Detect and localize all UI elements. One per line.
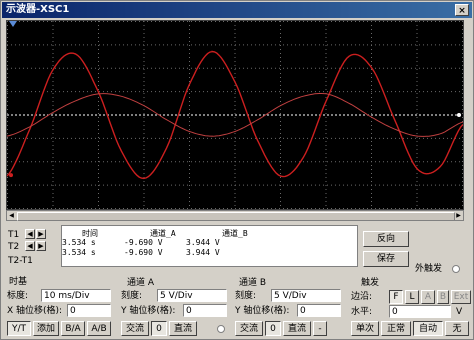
mode-add-button[interactable]: 添加	[33, 321, 59, 336]
horizontal-scrollbar[interactable]: ◀ ▶	[6, 210, 464, 221]
trigger-level-marker-icon	[457, 113, 461, 117]
x-position-field[interactable]: 0	[67, 304, 111, 317]
save-button[interactable]: 保存	[363, 251, 409, 267]
ext-trigger-radio[interactable]	[452, 265, 460, 273]
trigger-auto-button[interactable]: 自动	[413, 321, 443, 336]
trigger-none-button[interactable]: 无	[445, 321, 469, 336]
channel-b-ypos-field[interactable]: 0	[297, 304, 341, 317]
channel-b-scale-field[interactable]: 5 V/Div	[271, 289, 341, 302]
scroll-thumb[interactable]	[17, 212, 455, 221]
trigger-edge-label: 边沿:	[351, 292, 373, 302]
window-title: 示波器-XSC1	[6, 4, 70, 15]
channel-a-title: 通道 A	[127, 278, 155, 288]
channel-a-ypos-field[interactable]: 0	[183, 304, 227, 317]
cursor-t1-marker-icon	[9, 21, 17, 27]
channel-b-zero-button[interactable]: 0	[265, 321, 281, 336]
mode-ba-button[interactable]: B/A	[61, 321, 85, 336]
row2-channel-b: 3.944 V	[186, 248, 220, 257]
row1-channel-b: 3.944 V	[186, 238, 220, 247]
channel-a-radio[interactable]	[217, 325, 225, 333]
channel-a-ac-button[interactable]: 交流	[121, 321, 149, 336]
t2-label: T2	[8, 242, 20, 252]
trigger-falling-edge-button[interactable]: L	[405, 290, 419, 304]
trigger-source-ext-button[interactable]: Ext	[451, 290, 471, 304]
mode-yt-button[interactable]: Y/T	[7, 321, 31, 336]
channel-b-invert-button[interactable]: -	[313, 321, 327, 336]
header-channel-b: 通道_B	[222, 229, 248, 238]
channel-a-ypos-label: Y 轴位移(格):	[121, 306, 176, 316]
trigger-normal-button[interactable]: 正常	[381, 321, 411, 336]
reverse-button[interactable]: 反向	[363, 231, 409, 247]
timebase-scale-field[interactable]: 10 ms/Div	[41, 289, 111, 302]
channel-a-scale-field[interactable]: 5 V/Div	[157, 289, 227, 302]
t1-right-arrow-icon[interactable]: ▶	[36, 229, 46, 239]
oscilloscope-screen	[6, 20, 464, 210]
channel-b-title: 通道 B	[239, 278, 267, 288]
cursor-readout-table: 时间 通道_A 通道_B 3.534 s -9.690 V 3.944 V 3.…	[61, 225, 358, 267]
channel-a-scale-label: 刻度:	[121, 291, 143, 301]
trigger-level-label: 水平:	[351, 307, 373, 317]
trigger-single-button[interactable]: 单次	[351, 321, 379, 336]
mode-ab-button[interactable]: A/B	[87, 321, 111, 336]
x-position-label: X 轴位移(格):	[7, 306, 63, 316]
row2-channel-a: -9.690 V	[124, 248, 163, 257]
ext-trigger-label: 外触发	[415, 264, 443, 274]
trigger-rising-edge-button[interactable]: F	[389, 290, 403, 304]
t2-right-arrow-icon[interactable]: ▶	[36, 241, 46, 251]
waveform-display	[6, 21, 464, 209]
title-bar[interactable]: 示波器-XSC1 ×	[2, 2, 472, 18]
trigger-level-field[interactable]: 0	[389, 305, 451, 318]
channel-b-ypos-label: Y 轴位移(格):	[235, 306, 290, 316]
row1-time: 3.534 s	[62, 238, 96, 247]
row1-channel-a: -9.690 V	[124, 238, 163, 247]
channel-a-zero-button[interactable]: 0	[151, 321, 167, 336]
trigger-source-a-button[interactable]: A	[421, 290, 435, 304]
row2-time: 3.534 s	[62, 248, 96, 257]
scroll-right-icon[interactable]: ▶	[454, 211, 463, 220]
scroll-left-icon[interactable]: ◀	[7, 211, 16, 220]
channel-b-ac-button[interactable]: 交流	[235, 321, 263, 336]
close-button[interactable]: ×	[455, 4, 469, 16]
timebase-title: 时基	[9, 277, 28, 287]
oscilloscope-window: 示波器-XSC1 × ◀ ▶ T1 ◀ ▶ T2 ◀ ▶ T2-T1 时间 通道…	[0, 0, 474, 340]
t1-label: T1	[8, 230, 20, 240]
t2-t1-label: T2-T1	[8, 256, 33, 266]
channel-b-scale-label: 刻度:	[235, 291, 257, 301]
channel-a-dc-button[interactable]: 直流	[169, 321, 197, 336]
trigger-level-unit: V	[456, 307, 463, 317]
channel-b-dc-button[interactable]: 直流	[283, 321, 311, 336]
trigger-source-b-button[interactable]: B	[437, 290, 449, 304]
trigger-title: 触发	[361, 278, 380, 288]
channel-a-level-marker-icon	[9, 173, 13, 178]
t2-left-arrow-icon[interactable]: ◀	[25, 241, 35, 251]
timebase-scale-label: 标度:	[7, 291, 29, 301]
t1-left-arrow-icon[interactable]: ◀	[25, 229, 35, 239]
